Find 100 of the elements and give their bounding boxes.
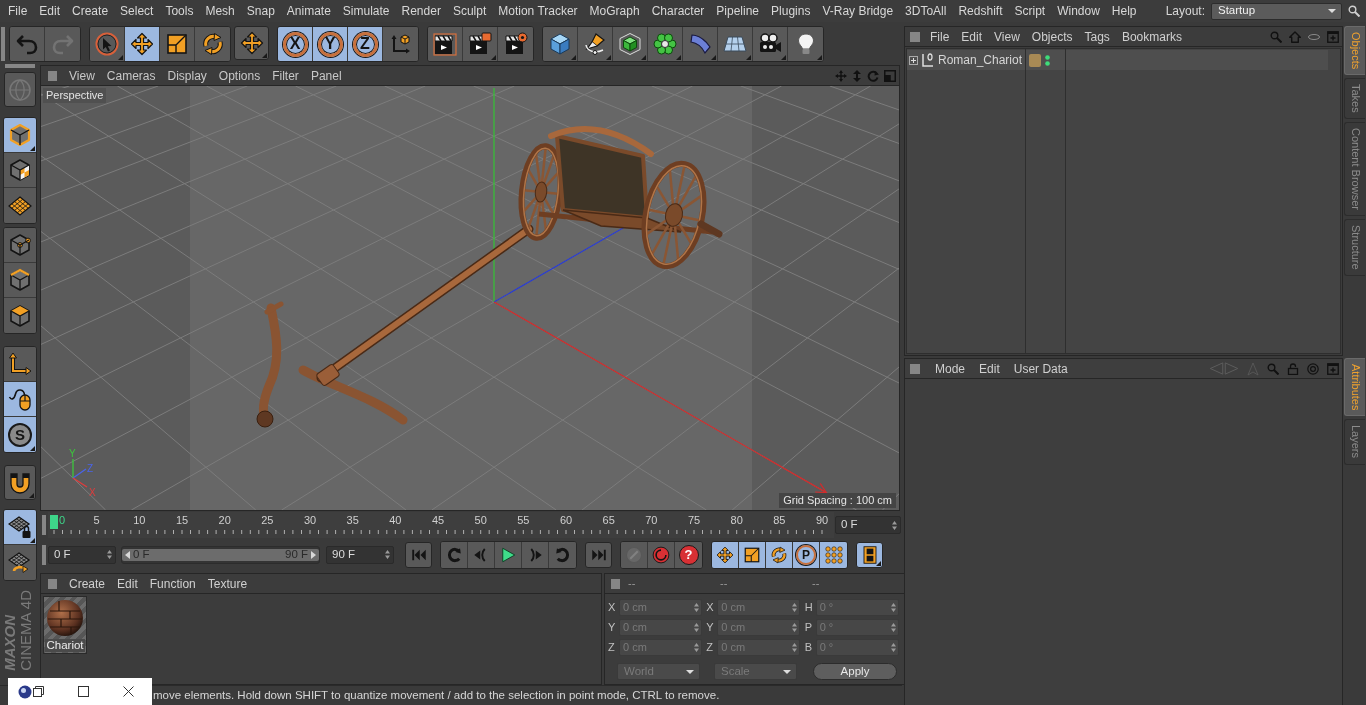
viewport-menu-item[interactable]: Filter [266,67,305,84]
grip-handle[interactable] [910,31,920,42]
snap-button[interactable] [4,465,36,500]
menu-item[interactable]: Plugins [765,3,817,19]
viewport-menu-item[interactable]: Panel [304,67,348,84]
undo-button[interactable] [10,27,45,61]
menu-item[interactable]: Animate [280,3,337,19]
left-arrow-icon[interactable] [125,550,130,559]
menu-item[interactable]: Sculpt [446,3,493,19]
menu-item[interactable]: Tools [159,3,200,19]
cube-button[interactable] [543,27,578,61]
coordinate-label: Z [706,640,715,656]
live-selection-button[interactable] [90,27,125,61]
axis-lock-button[interactable]: X [278,27,313,61]
menu-item[interactable]: Select [114,3,160,19]
object-menu-item[interactable]: Objects [1025,28,1079,45]
spinner-arrows-icon[interactable] [385,550,390,559]
material-item[interactable]: Chariot [43,596,87,654]
axis-lock-button[interactable]: Z [348,27,383,61]
model-mode-button[interactable] [4,118,36,153]
menu-item[interactable]: Simulate [336,3,396,19]
go-to-end-button[interactable] [585,541,612,568]
material-menu-item[interactable]: Function [143,575,202,592]
frame-field[interactable]: 90 F [326,545,394,564]
menu-item[interactable]: Redshift [952,3,1009,19]
attribute-menu-item[interactable]: Mode [928,360,973,377]
key-scale-button[interactable] [739,541,766,568]
menu-item[interactable]: Window [1051,3,1106,19]
menu-item[interactable]: 3DToAll [899,3,953,19]
key-parameter-button[interactable]: P [793,541,820,568]
grip-handle[interactable] [42,515,46,535]
restore-icon[interactable] [33,686,44,697]
expand-plus-icon[interactable] [909,55,918,65]
right-arrow-icon[interactable] [311,550,316,559]
close-icon[interactable] [123,686,134,697]
soft-selection-button[interactable]: S [4,417,36,452]
previous-key-button[interactable] [441,541,468,568]
object-menu-item[interactable]: Tags [1078,28,1116,45]
move-tool-button[interactable] [125,27,160,61]
menu-item[interactable]: Pipeline [710,3,766,19]
menu-item[interactable]: File [2,3,34,19]
grip-handle[interactable] [48,578,57,589]
oval-icon[interactable] [1308,33,1320,40]
attribute-menu-item[interactable]: User Data [1006,360,1075,377]
object-menu-item[interactable]: File [924,28,956,45]
frame-field[interactable]: 0 F [835,516,901,534]
material-menu-item[interactable]: Texture [201,575,254,592]
key-pla-button[interactable] [820,541,847,568]
menu-item[interactable]: Motion Tracker [492,3,584,19]
grip-handle[interactable] [1,27,5,61]
key-position-button[interactable] [712,541,739,568]
mouse-icon [8,387,32,411]
points-mode-button[interactable] [4,228,36,263]
axis-lock-button[interactable]: Y [313,27,348,61]
object-menu-item[interactable]: Edit [955,28,989,45]
menu-item[interactable]: Create [66,3,115,19]
object-row[interactable]: Roman_Chariot [907,50,1025,70]
two-dots-icon[interactable] [1045,54,1050,66]
menu-item[interactable]: MoGraph [583,3,646,19]
object-menu-item[interactable]: View [988,28,1026,45]
grip-handle[interactable] [42,544,46,565]
render-view-button[interactable] [428,27,463,61]
viewport-menu-item[interactable]: Display [161,67,213,84]
layout-dropdown[interactable]: Startup [1211,2,1342,20]
menu-item[interactable]: Snap [240,3,281,19]
grip-handle[interactable] [910,363,920,374]
spinner-arrows-icon[interactable] [107,550,112,559]
layout-label: Layout: [1165,3,1205,20]
timeline-button[interactable] [856,541,883,568]
key-rotation-button[interactable] [766,541,793,568]
move-tool-button[interactable] [234,26,269,60]
menu-item[interactable]: V-Ray Bridge [816,3,900,19]
maximize-icon[interactable] [78,686,89,697]
frame-field[interactable]: 0 F [48,545,116,564]
material-menu-item[interactable]: Edit [111,575,144,592]
menu-item[interactable]: Character [645,3,711,19]
menu-item[interactable]: Mesh [199,3,241,19]
search-icon[interactable] [1348,5,1360,17]
viewport-menu-item[interactable]: View [63,67,101,84]
grip-handle[interactable] [611,578,620,589]
viewport-menu-item[interactable]: Options [212,67,267,84]
spinner-arrows-icon[interactable] [892,520,897,530]
material-menu-item[interactable]: Create [63,575,112,592]
grip-handle[interactable] [48,70,57,81]
go-to-start-button[interactable] [405,541,432,568]
frame-number: 90 [815,514,829,527]
lock-workplane-button[interactable] [4,510,36,545]
menu-item[interactable]: Edit [33,3,67,19]
menu-item[interactable]: Script [1008,3,1052,19]
grip-handle[interactable] [5,64,35,68]
axis-mode-button[interactable] [4,347,36,382]
object-menu-item[interactable]: Bookmarks [1115,28,1188,45]
menu-item[interactable]: Render [395,3,447,19]
playhead-marker[interactable] [50,515,58,529]
tweak-mode-button[interactable] [4,382,36,417]
menu-item[interactable]: Help [1105,3,1143,19]
attribute-menu-item[interactable]: Edit [972,360,1007,377]
tag-swatch-icon[interactable] [1029,53,1041,67]
viewport-menu-item[interactable]: Cameras [100,67,162,84]
timeline-track[interactable] [48,512,834,538]
